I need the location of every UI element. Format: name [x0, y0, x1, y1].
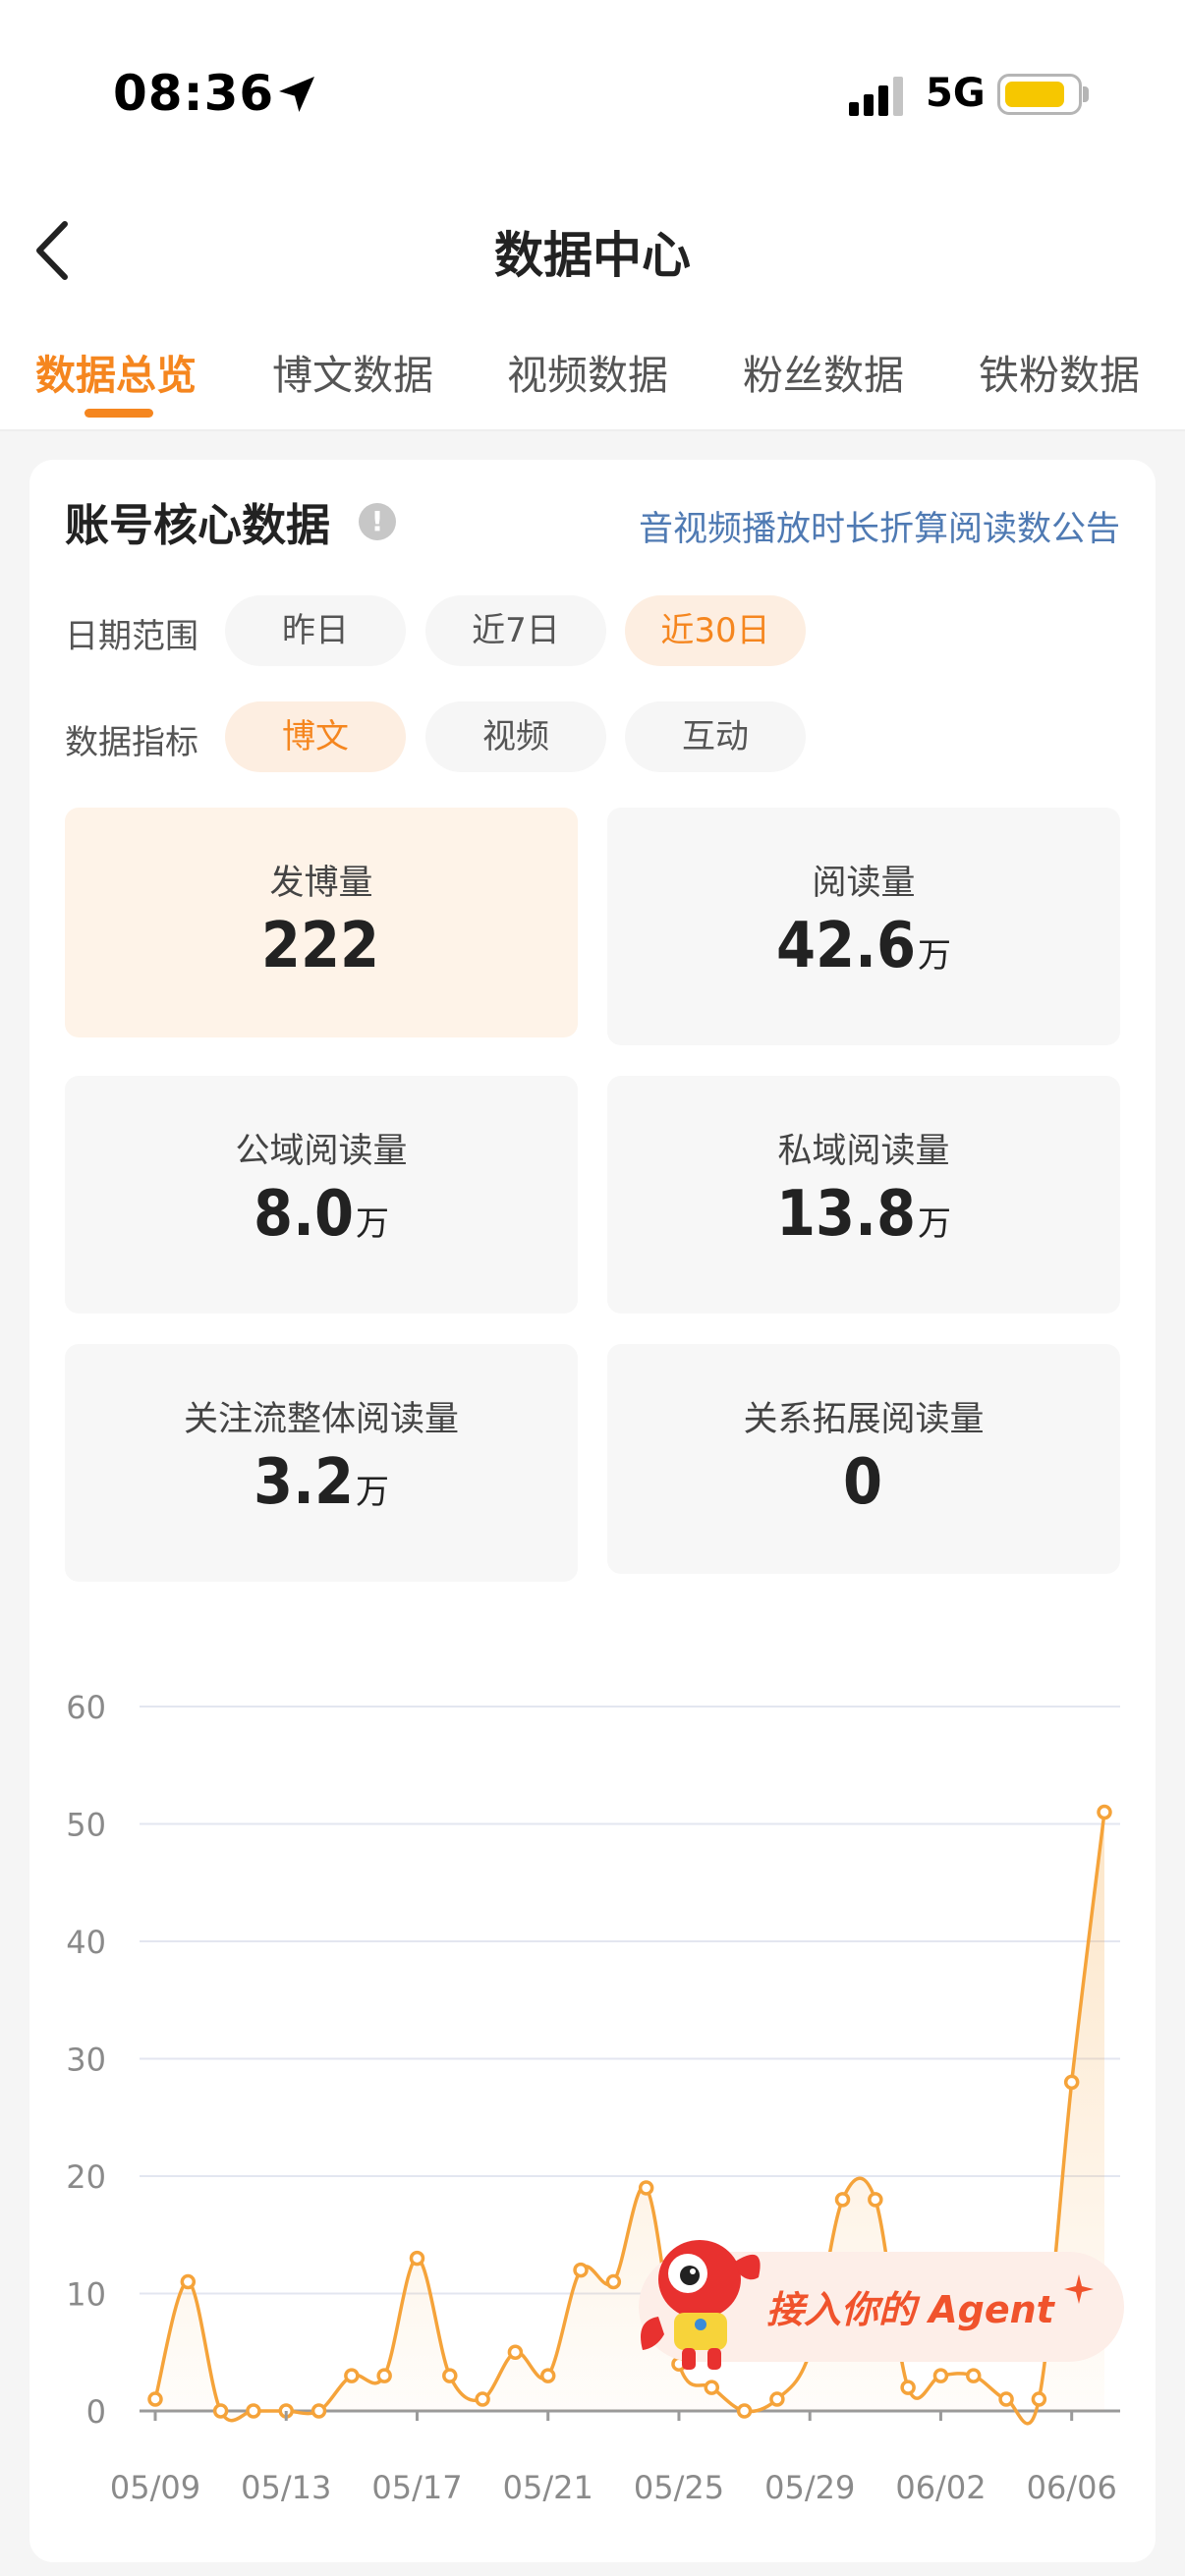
- data-point[interactable]: [868, 2192, 883, 2208]
- data-point[interactable]: [573, 2262, 589, 2278]
- reads-trend-chart[interactable]: 0 10 20 30 40 50 60 05/09 05/13 05/17 05/21 05/25 0…: [0, 0, 1185, 2576]
- sparkle-icon: [1064, 2274, 1094, 2304]
- y-tick-label: 40: [66, 1924, 106, 1961]
- data-point[interactable]: [507, 2344, 524, 2360]
- data-point[interactable]: [638, 2180, 654, 2196]
- data-point[interactable]: [1063, 2074, 1080, 2091]
- agent-banner-text: 接入你的 Agent: [766, 2288, 1054, 2331]
- data-point[interactable]: [344, 2368, 360, 2383]
- data-point[interactable]: [998, 2391, 1014, 2407]
- data-point[interactable]: [147, 2391, 163, 2407]
- data-point[interactable]: [376, 2368, 392, 2383]
- data-point[interactable]: [1097, 1804, 1112, 1820]
- data-point[interactable]: [212, 2403, 229, 2419]
- y-tick-label: 30: [66, 2042, 106, 2079]
- data-point[interactable]: [475, 2391, 490, 2407]
- data-point[interactable]: [769, 2391, 785, 2407]
- data-point[interactable]: [1031, 2391, 1047, 2407]
- y-tick-label: 0: [86, 2393, 106, 2431]
- x-tick-label: 05/17: [371, 2469, 462, 2506]
- data-point[interactable]: [704, 2380, 720, 2395]
- data-point[interactable]: [442, 2368, 458, 2383]
- data-point[interactable]: [932, 2368, 949, 2383]
- y-tick-label: 60: [66, 1689, 106, 1726]
- data-point[interactable]: [539, 2368, 556, 2383]
- data-point[interactable]: [900, 2380, 916, 2395]
- data-point[interactable]: [605, 2273, 622, 2290]
- x-tick-label: 05/25: [634, 2469, 724, 2506]
- x-tick-label: 06/06: [1027, 2469, 1117, 2506]
- mascot-icon: [641, 2240, 761, 2370]
- data-point[interactable]: [246, 2403, 261, 2419]
- data-point[interactable]: [736, 2403, 753, 2419]
- x-tick-label: 05/13: [241, 2469, 331, 2506]
- x-tick-label: 06/02: [895, 2469, 986, 2506]
- y-tick-label: 50: [66, 1807, 106, 1844]
- x-tick-label: 05/29: [764, 2469, 855, 2506]
- x-tick-label: 05/09: [110, 2469, 200, 2506]
- data-point[interactable]: [834, 2192, 851, 2208]
- y-tick-label: 10: [66, 2276, 106, 2314]
- y-tick-label: 20: [66, 2158, 106, 2196]
- data-point[interactable]: [180, 2273, 197, 2290]
- x-tick-label: 05/21: [503, 2469, 593, 2506]
- data-point[interactable]: [966, 2368, 982, 2383]
- data-point[interactable]: [409, 2250, 425, 2267]
- data-point[interactable]: [310, 2403, 327, 2419]
